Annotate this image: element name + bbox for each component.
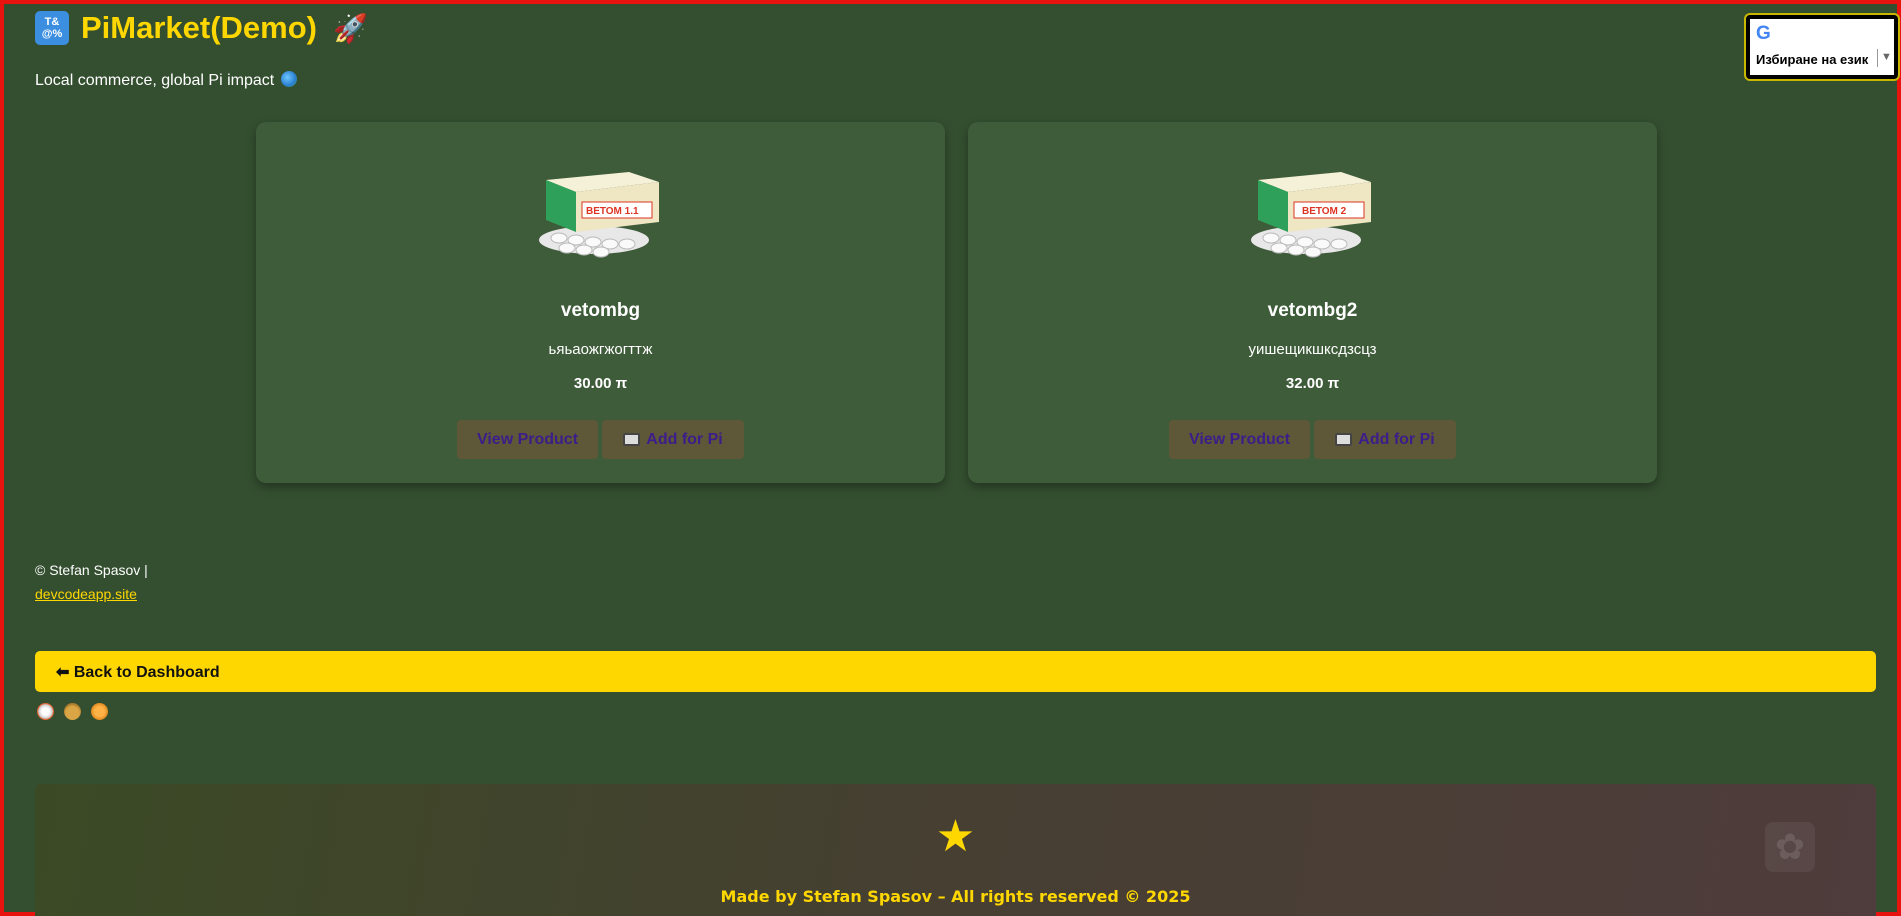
language-selector[interactable]: G Избиране на език ▼: [1746, 15, 1898, 79]
view-product-button[interactable]: View Product: [1169, 420, 1310, 459]
add-for-pi-button[interactable]: Add for Pi: [1314, 420, 1456, 459]
app-title-text: PiMarket(Demo): [81, 10, 317, 45]
coin-icon: [91, 703, 108, 720]
view-product-label: View Product: [476, 430, 579, 448]
divider: [1877, 49, 1878, 67]
product-card: ВЕТОМ 2 vetombg2 уишещикшксдзсцз 32.00 π…: [968, 122, 1657, 483]
product-description: ьяьаожгжогттж: [548, 341, 653, 358]
website-link[interactable]: devcodeapp.site: [35, 586, 137, 602]
pi-flower-icon: ✿: [1765, 822, 1815, 872]
input-symbols-icon: T& @%: [35, 11, 69, 45]
rocket-icon: 🚀: [333, 12, 368, 44]
product-name: vetombg2: [1267, 300, 1358, 321]
tagline: Local commerce, global Pi impact: [35, 71, 297, 90]
product-image: ВЕТОМ 1.1: [539, 172, 659, 258]
google-g-icon: G: [1756, 23, 1771, 44]
credit-card-icon: [623, 433, 641, 446]
view-product-label: View Product: [1188, 430, 1291, 448]
back-to-dashboard-button[interactable]: ⬅ Back to Dashboard: [35, 651, 1876, 692]
dropdown-arrow-icon[interactable]: ▼: [1881, 51, 1892, 63]
view-product-button[interactable]: View Product: [457, 420, 598, 459]
add-for-pi-button[interactable]: Add for Pi: [602, 420, 744, 459]
add-for-pi-label: Add for Pi: [646, 430, 723, 448]
made-by-text: Made by Stefan Spasov – All rights reser…: [720, 887, 1191, 906]
footer-panel: ★ ✿ Made by Stefan Spasov – All rights r…: [35, 784, 1876, 916]
product-description: уишещикшксдзсцз: [1248, 341, 1377, 358]
footer-credit: © Stefan Spasov |: [35, 562, 148, 578]
product-image: ВЕТОМ 2: [1251, 172, 1371, 258]
money-bag-icon: [64, 703, 81, 720]
star-icon: ★: [935, 812, 976, 861]
globe-icon: [280, 71, 297, 87]
product-price: 30.00 π: [573, 375, 628, 392]
product-price: 32.00 π: [1285, 375, 1340, 392]
tagline-text: Local commerce, global Pi impact: [35, 72, 275, 89]
add-for-pi-label: Add for Pi: [1358, 430, 1435, 448]
product-card: ВЕТОМ 1.1 vetombg ьяьаожгжогттж 30.00 π …: [256, 122, 945, 483]
emoji-row: [37, 703, 108, 720]
credit-card-icon: [1335, 433, 1353, 446]
language-selector-label: Избиране на език: [1756, 52, 1869, 67]
box-label: ВЕТОМ 2: [1302, 206, 1347, 217]
app-title: T& @% PiMarket(Demo) 🚀: [35, 10, 368, 46]
compass-icon: [37, 703, 54, 720]
box-label: ВЕТОМ 1.1: [586, 206, 639, 217]
product-name: vetombg: [560, 300, 641, 321]
